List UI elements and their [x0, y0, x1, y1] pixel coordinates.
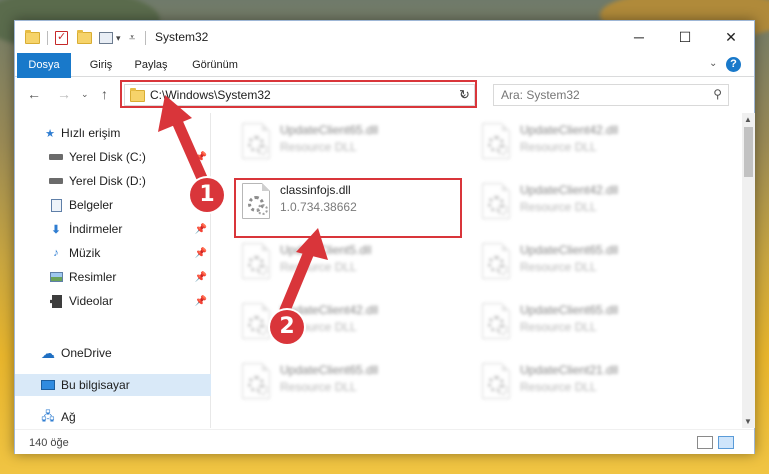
annotation-arrows: [158, 95, 328, 316]
step-2-badge: 2: [270, 310, 304, 344]
step-1-badge: 1: [190, 178, 224, 212]
arrowhead-file: [296, 228, 328, 260]
